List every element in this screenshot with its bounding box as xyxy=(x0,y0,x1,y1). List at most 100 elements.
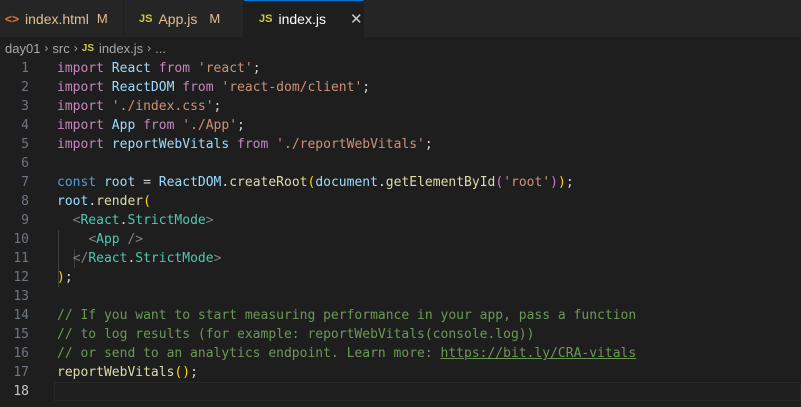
code-text[interactable]: ); xyxy=(57,268,73,287)
line-number: 6 xyxy=(21,156,29,171)
line-number: 17 xyxy=(13,365,29,380)
code-text[interactable]: reportWebVitals(); xyxy=(57,363,198,382)
code-token: reportWebVitals xyxy=(57,365,175,380)
code-link[interactable]: https://bit.ly/CRA-vitals xyxy=(441,346,637,361)
breadcrumb-folder-src[interactable]: src xyxy=(52,41,69,56)
code-token: ( xyxy=(143,194,151,209)
code-token: 'react-dom/client' xyxy=(221,80,363,95)
tab-app-js[interactable]: JS App.js M xyxy=(124,0,244,37)
code-token: ; xyxy=(190,365,198,380)
code-token: () xyxy=(174,365,191,380)
code-text[interactable]: const root = ReactDOM. createRoot (documen… xyxy=(57,173,574,192)
code-token: /> xyxy=(127,232,144,247)
code-text[interactable]: <React.StrictMode> xyxy=(57,211,214,230)
code-token: // to log results (for example: reportWe… xyxy=(57,327,535,342)
code-text[interactable]: // If you want to start measuring perfor… xyxy=(57,306,636,325)
code-token: ( xyxy=(495,175,504,190)
code-token: App xyxy=(96,232,128,247)
tab-label: index.js xyxy=(278,11,326,27)
code-line[interactable]: 2 import ReactDOM from 'react-dom/client'… xyxy=(0,78,801,97)
code-text[interactable]: </React.StrictMode> xyxy=(57,249,222,268)
code-token: from xyxy=(158,61,198,76)
code-line[interactable]: 15 // to log results (for example: report… xyxy=(0,325,801,344)
line-number: 12 xyxy=(13,270,29,285)
code-token: import xyxy=(57,118,112,133)
code-token: 'react' xyxy=(197,61,253,76)
modified-badge: M xyxy=(209,11,221,26)
tab-label: App.js xyxy=(158,10,198,27)
line-number: 18 xyxy=(13,384,29,399)
js-file-icon: JS xyxy=(139,12,153,25)
code-line[interactable]: 11 </React.StrictMode> xyxy=(0,249,801,268)
line-number: 3 xyxy=(21,99,29,114)
code-token: React xyxy=(111,61,159,76)
code-token: './index.css' xyxy=(111,99,214,114)
code-line[interactable]: 9 <React.StrictMode> xyxy=(0,211,801,230)
code-token: createRoot xyxy=(229,175,308,190)
code-token: = xyxy=(143,175,159,190)
code-text[interactable]: import reportWebVitals from './reportWeb… xyxy=(57,135,433,154)
code-line[interactable]: 16 // or send to an analytics endpoint. L… xyxy=(0,344,801,363)
code-token: root xyxy=(103,175,144,190)
line-number: 5 xyxy=(21,137,29,152)
code-line[interactable]: 13 xyxy=(0,287,801,306)
code-token: import xyxy=(57,80,112,95)
code-line[interactable]: 4 import App from './App'; xyxy=(0,116,801,135)
code-token: ; xyxy=(213,99,222,114)
chevron-right-icon: › xyxy=(44,41,49,55)
code-text[interactable]: import ReactDOM from 'react-dom/client'; xyxy=(57,78,370,97)
code-token: ; xyxy=(424,137,433,152)
close-icon[interactable]: ✕ xyxy=(350,10,363,28)
code-token: . xyxy=(88,194,97,209)
breadcrumb-symbols[interactable]: ... xyxy=(155,41,166,56)
code-token: from xyxy=(237,137,277,152)
code-text[interactable]: import './index.css'; xyxy=(57,97,221,116)
code-text[interactable]: <App /> xyxy=(57,230,143,249)
tab-index-html[interactable]: <> index.html M xyxy=(0,0,124,37)
modified-badge: M xyxy=(96,11,108,26)
code-line[interactable]: 6 xyxy=(0,154,801,173)
code-editor[interactable]: 1 import React from 'react'; 2 import React… xyxy=(0,59,801,407)
code-line[interactable]: 1 import React from 'react'; xyxy=(0,59,801,78)
code-line[interactable]: 14 // If you want to start measuring perf… xyxy=(0,306,801,325)
code-text[interactable]: import React from 'react'; xyxy=(57,59,261,78)
line-number: 15 xyxy=(13,327,29,342)
code-token: StrictMode xyxy=(127,213,206,228)
code-line[interactable]: 8 root.render( xyxy=(0,192,801,211)
code-line[interactable]: 18 xyxy=(0,382,801,401)
code-token: ) xyxy=(57,270,65,285)
code-line[interactable]: 5 import reportWebVitals from './reportWe… xyxy=(0,135,801,154)
code-text[interactable]: import App from './App'; xyxy=(57,116,245,135)
breadcrumb-file[interactable]: index.js xyxy=(99,41,143,56)
code-token: ; xyxy=(237,118,245,133)
code-token: import xyxy=(57,99,112,114)
chevron-right-icon: › xyxy=(73,41,78,55)
code-token: < xyxy=(88,232,97,247)
code-line[interactable]: 12); xyxy=(0,268,801,287)
code-token: getElementById xyxy=(385,175,496,190)
code-text[interactable]: // or send to an analytics endpoint. Lea… xyxy=(57,344,636,363)
tab-label: index.html xyxy=(25,10,89,27)
code-token: import xyxy=(57,61,112,76)
code-token: ; xyxy=(64,270,73,285)
tab-bar: <> index.html M JS App.js M JS index.js … xyxy=(0,0,801,37)
code-token: App xyxy=(111,118,144,133)
breadcrumb-folder-day01[interactable]: day01 xyxy=(5,41,40,56)
code-token: './App' xyxy=(182,118,238,133)
line-number: 9 xyxy=(21,213,29,228)
code-line[interactable]: 7 const root = ReactDOM. createRoot (docume… xyxy=(0,173,801,192)
code-line[interactable]: 17 reportWebVitals(); xyxy=(0,363,801,382)
tab-index-js[interactable]: JS index.js ✕ xyxy=(244,0,364,37)
line-number: 13 xyxy=(13,289,29,304)
code-token: root xyxy=(57,194,89,209)
code-text[interactable]: // to log results (for example: reportWe… xyxy=(57,325,534,344)
html-file-icon: <> xyxy=(5,11,20,26)
code-text[interactable]: root.render( xyxy=(57,192,151,211)
code-line[interactable]: 10 <App /> xyxy=(0,230,801,249)
code-line[interactable]: 3 import './index.css'; xyxy=(0,97,801,116)
code-token: ) xyxy=(550,175,558,190)
code-token: const xyxy=(57,175,104,190)
code-token: > xyxy=(213,251,222,266)
